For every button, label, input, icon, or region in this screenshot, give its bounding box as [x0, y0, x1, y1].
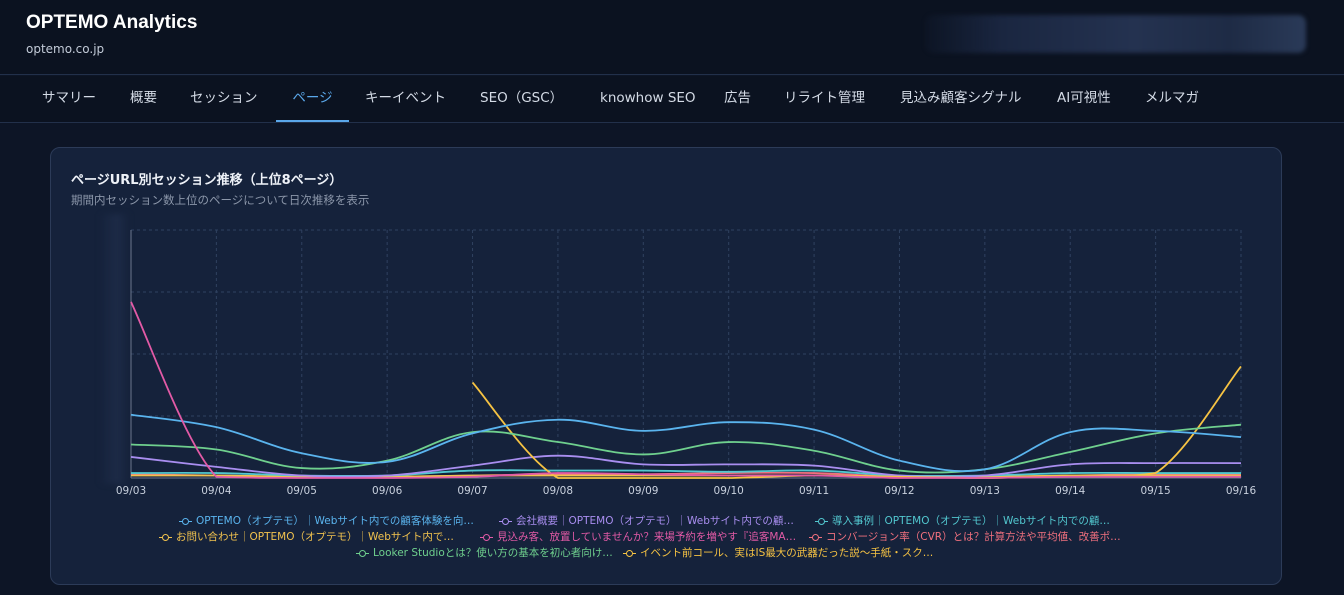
page-sessions-chart-card: ページURL別セッション推移（上位8ページ） 期間内セッション数上位のページにつ…: [50, 147, 1282, 585]
legend-marker-icon: [815, 517, 828, 525]
legend-item-3[interactable]: 導入事例｜OPTEMO（オプテモ）｜Webサイト内での顧…: [815, 513, 1110, 528]
x-tick-label: 09/03: [116, 485, 146, 497]
tab-overview[interactable]: 概要: [130, 76, 157, 122]
x-tick-label: 09/12: [884, 485, 914, 497]
legend-item-4[interactable]: お問い合わせ｜OPTEMO（オプテモ）｜Webサイト内で…: [159, 529, 454, 544]
tab-newsletter[interactable]: メルマガ: [1145, 76, 1199, 122]
legend-item-8[interactable]: イベント前コール、実はIS最大の武器だった説〜手紙・スク…: [623, 545, 933, 560]
tab-ads[interactable]: 広告: [724, 76, 751, 122]
x-tick-label: 09/16: [1226, 485, 1257, 497]
x-tick-label: 09/10: [714, 485, 744, 497]
tab-ai-visibility[interactable]: AI可視性: [1057, 76, 1111, 122]
app-header: OPTEMO Analytics optemo.co.jp: [0, 0, 1344, 75]
legend-marker-icon: [179, 517, 192, 525]
series-line-1: [130, 413, 1242, 472]
legend-label: コンバージョン率（CVR）とは？計算方法や平均値、改善ポ…: [826, 531, 1121, 543]
legend-item-5[interactable]: 見込み客、放置していませんか？来場予約を増やす『追客MA…: [480, 529, 796, 544]
tab-pages[interactable]: ページ: [276, 76, 349, 122]
legend-marker-icon: [809, 533, 822, 541]
x-tick-label: 09/07: [457, 485, 487, 497]
legend-label: 導入事例｜OPTEMO（オプテモ）｜Webサイト内での顧…: [832, 515, 1110, 527]
x-tick-label: 09/15: [1140, 485, 1170, 497]
legend-label: イベント前コール、実はIS最大の武器だった説〜手紙・スク…: [640, 547, 934, 559]
legend-marker-icon: [480, 533, 493, 541]
legend-item-1[interactable]: OPTEMO（オプテモ）｜Webサイト内での顧客体験を向…: [179, 513, 474, 528]
x-tick-label: 09/11: [799, 485, 829, 497]
tab-summary[interactable]: サマリー: [42, 76, 96, 122]
legend-item-2[interactable]: 会社概要｜OPTEMO（オプテモ）｜Webサイト内での顧…: [499, 513, 794, 528]
tab-bar: サマリー 概要 セッション ページ キーイベント SEO（GSC） knowho…: [0, 76, 1344, 123]
legend-marker-icon: [623, 549, 636, 557]
x-tick-label: 09/08: [543, 485, 573, 497]
legend-label: 見込み客、放置していませんか？来場予約を増やす『追客MA…: [497, 531, 797, 543]
legend-label: Looker Studioとは？使い方の基本を初心者向け…: [373, 547, 613, 559]
legend-label: 会社概要｜OPTEMO（オプテモ）｜Webサイト内での顧…: [516, 515, 794, 527]
tab-seo-gsc[interactable]: SEO（GSC）: [480, 76, 563, 122]
site-domain: optemo.co.jp: [26, 42, 105, 56]
tab-key-events[interactable]: キーイベント: [365, 76, 446, 122]
account-selector-redacted[interactable]: [925, 15, 1306, 53]
legend-marker-icon: [499, 517, 512, 525]
tab-knowhow-seo[interactable]: knowhow SEO: [600, 76, 696, 122]
x-tick-label: 09/05: [287, 485, 317, 497]
x-tick-label: 09/04: [201, 485, 232, 497]
x-tick-label: 09/13: [970, 485, 1000, 497]
legend-marker-icon: [159, 533, 172, 541]
app-title: OPTEMO Analytics: [26, 12, 198, 33]
tab-sessions[interactable]: セッション: [190, 76, 258, 122]
x-tick-label: 09/09: [628, 485, 658, 497]
tab-rewrite-management[interactable]: リライト管理: [784, 76, 865, 122]
x-tick-label: 09/06: [372, 485, 403, 497]
legend-label: お問い合わせ｜OPTEMO（オプテモ）｜Webサイト内で…: [176, 531, 454, 543]
legend-item-6[interactable]: コンバージョン率（CVR）とは？計算方法や平均値、改善ポ…: [809, 529, 1121, 544]
legend-label: OPTEMO（オプテモ）｜Webサイト内での顧客体験を向…: [196, 515, 474, 527]
legend-item-7[interactable]: Looker Studioとは？使い方の基本を初心者向け…: [356, 545, 613, 560]
tab-prospect-signals[interactable]: 見込み顧客シグナル: [900, 76, 1022, 122]
legend-marker-icon: [356, 549, 369, 557]
x-tick-label: 09/14: [1055, 485, 1086, 497]
